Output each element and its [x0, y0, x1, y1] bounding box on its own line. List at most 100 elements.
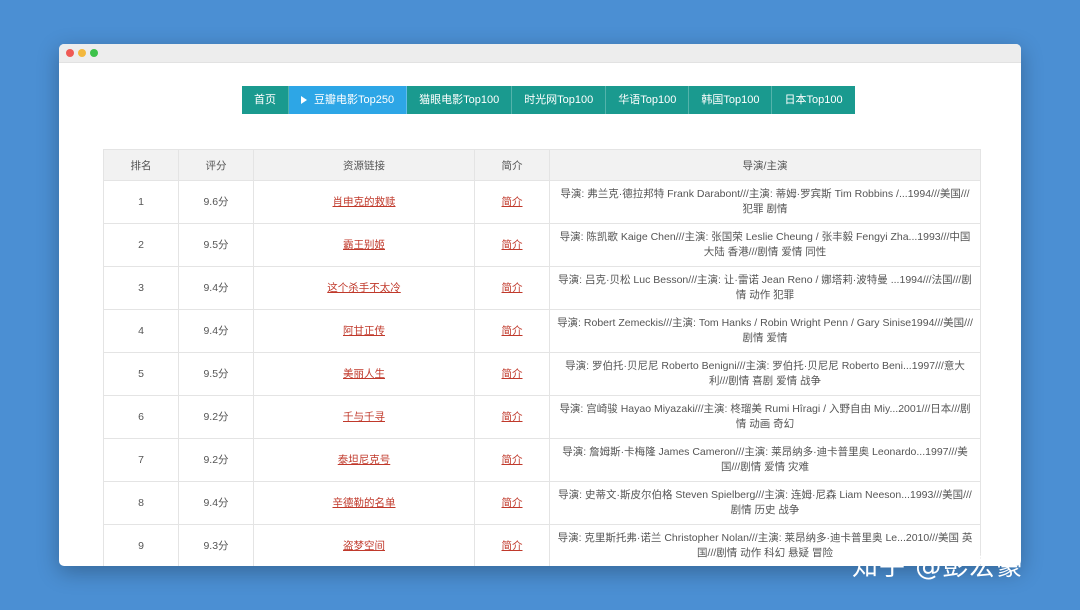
- score-cell: 9.6分: [178, 180, 254, 224]
- header-director: 导演/主演: [549, 149, 981, 181]
- movie-title-link[interactable]: 美丽人生: [343, 368, 385, 380]
- link-cell: 这个杀手不太冷: [253, 266, 475, 310]
- header-link: 资源链接: [253, 149, 475, 181]
- score-cell: 9.3分: [178, 524, 254, 566]
- link-cell: 泰坦尼克号: [253, 438, 475, 482]
- movie-table: 排名 评分 资源链接 简介 导演/主演 1 9.6分 肖申克的救赎 简介 导演:…: [103, 149, 981, 566]
- info-cell: 导演: Robert Zemeckis///主演: Tom Hanks / Ro…: [549, 309, 981, 353]
- nav-item-chinese-top100[interactable]: 华语Top100: [606, 86, 690, 114]
- score-cell: 9.5分: [178, 223, 254, 267]
- info-cell: 导演: 弗兰克·德拉邦特 Frank Darabont///主演: 蒂姆·罗宾斯…: [549, 180, 981, 224]
- nav-item-mtime-top100[interactable]: 时光网Top100: [512, 86, 607, 114]
- link-cell: 肖申克的救赎: [253, 180, 475, 224]
- score-cell: 9.2分: [178, 395, 254, 439]
- intro-link[interactable]: 简介: [502, 239, 523, 251]
- rank-cell: 4: [103, 309, 179, 353]
- rank-cell: 6: [103, 395, 179, 439]
- intro-cell: 简介: [474, 352, 550, 396]
- intro-link[interactable]: 简介: [502, 368, 523, 380]
- score-cell: 9.4分: [178, 481, 254, 525]
- nav-item-home[interactable]: 首页: [242, 86, 289, 114]
- nav-item-maoyan-top100[interactable]: 猫眼电影Top100: [407, 86, 513, 114]
- table-row: 5 9.5分 美丽人生 简介 导演: 罗伯托·贝尼尼 Roberto Benig…: [103, 352, 981, 396]
- play-arrow-icon: [301, 96, 307, 104]
- table-row: 8 9.4分 辛德勒的名单 简介 导演: 史蒂文·斯皮尔伯格 Steven Sp…: [103, 481, 981, 525]
- header-score: 评分: [178, 149, 254, 181]
- header-intro: 简介: [474, 149, 550, 181]
- movie-title-link[interactable]: 泰坦尼克号: [338, 454, 391, 466]
- nav-item-label: 时光网Top100: [524, 94, 594, 106]
- intro-cell: 简介: [474, 180, 550, 224]
- minimize-window-button[interactable]: [78, 49, 86, 57]
- table-row: 4 9.4分 阿甘正传 简介 导演: Robert Zemeckis///主演:…: [103, 309, 981, 353]
- maximize-window-button[interactable]: [90, 49, 98, 57]
- info-cell: 导演: 宫崎骏 Hayao Miyazaki///主演: 柊瑠美 Rumi Hî…: [549, 395, 981, 439]
- link-cell: 盗梦空间: [253, 524, 475, 566]
- intro-link[interactable]: 简介: [502, 497, 523, 509]
- link-cell: 霸王别姬: [253, 223, 475, 267]
- rank-cell: 2: [103, 223, 179, 267]
- close-window-button[interactable]: [66, 49, 74, 57]
- nav-item-japan-top100[interactable]: 日本Top100: [772, 86, 854, 114]
- movie-title-link[interactable]: 这个杀手不太冷: [327, 282, 401, 294]
- score-cell: 9.5分: [178, 352, 254, 396]
- intro-cell: 简介: [474, 438, 550, 482]
- info-cell: 导演: 吕克·贝松 Luc Besson///主演: 让·雷诺 Jean Ren…: [549, 266, 981, 310]
- rank-cell: 1: [103, 180, 179, 224]
- intro-link[interactable]: 简介: [502, 282, 523, 294]
- intro-link[interactable]: 简介: [502, 454, 523, 466]
- info-cell: 导演: 史蒂文·斯皮尔伯格 Steven Spielberg///主演: 连姆·…: [549, 481, 981, 525]
- movie-title-link[interactable]: 盗梦空间: [343, 540, 385, 552]
- nav-item-douban-top250[interactable]: 豆瓣电影Top250: [289, 86, 408, 114]
- score-cell: 9.4分: [178, 266, 254, 310]
- table-row: 9 9.3分 盗梦空间 简介 导演: 克里斯托弗·诺兰 Christopher …: [103, 524, 981, 566]
- intro-cell: 简介: [474, 524, 550, 566]
- nav-item-label: 猫眼电影Top100: [419, 94, 500, 106]
- nav-item-label: 首页: [254, 94, 276, 106]
- movie-title-link[interactable]: 辛德勒的名单: [333, 497, 396, 509]
- table-row: 2 9.5分 霸王别姬 简介 导演: 陈凯歌 Kaige Chen///主演: …: [103, 223, 981, 267]
- table-row: 1 9.6分 肖申克的救赎 简介 导演: 弗兰克·德拉邦特 Frank Dara…: [103, 180, 981, 224]
- intro-link[interactable]: 简介: [502, 411, 523, 423]
- intro-cell: 简介: [474, 223, 550, 267]
- link-cell: 美丽人生: [253, 352, 475, 396]
- movie-title-link[interactable]: 千与千寻: [343, 411, 385, 423]
- info-cell: 导演: 陈凯歌 Kaige Chen///主演: 张国荣 Leslie Cheu…: [549, 223, 981, 267]
- info-cell: 导演: 詹姆斯·卡梅隆 James Cameron///主演: 莱昂纳多·迪卡普…: [549, 438, 981, 482]
- header-rank: 排名: [103, 149, 179, 181]
- link-cell: 辛德勒的名单: [253, 481, 475, 525]
- score-cell: 9.2分: [178, 438, 254, 482]
- intro-link[interactable]: 简介: [502, 540, 523, 552]
- nav-item-label: 华语Top100: [618, 94, 677, 106]
- rank-cell: 5: [103, 352, 179, 396]
- nav-item-korea-top100[interactable]: 韩国Top100: [689, 86, 773, 114]
- score-cell: 9.4分: [178, 309, 254, 353]
- nav-item-label: 日本Top100: [784, 94, 843, 106]
- table-row: 3 9.4分 这个杀手不太冷 简介 导演: 吕克·贝松 Luc Besson//…: [103, 266, 981, 310]
- intro-link[interactable]: 简介: [502, 325, 523, 337]
- rank-cell: 7: [103, 438, 179, 482]
- intro-cell: 简介: [474, 481, 550, 525]
- info-cell: 导演: 罗伯托·贝尼尼 Roberto Benigni///主演: 罗伯托·贝尼…: [549, 352, 981, 396]
- movie-title-link[interactable]: 肖申克的救赎: [333, 196, 396, 208]
- table-row: 7 9.2分 泰坦尼克号 简介 导演: 詹姆斯·卡梅隆 James Camero…: [103, 438, 981, 482]
- rank-cell: 9: [103, 524, 179, 566]
- browser-window: 首页 豆瓣电影Top250 猫眼电影Top100 时光网Top100 华语Top…: [59, 44, 1021, 566]
- intro-link[interactable]: 简介: [502, 196, 523, 208]
- table-row: 6 9.2分 千与千寻 简介 导演: 宫崎骏 Hayao Miyazaki///…: [103, 395, 981, 439]
- movie-title-link[interactable]: 霸王别姬: [343, 239, 385, 251]
- intro-cell: 简介: [474, 309, 550, 353]
- table-header-row: 排名 评分 资源链接 简介 导演/主演: [103, 149, 981, 181]
- intro-cell: 简介: [474, 395, 550, 439]
- zhihu-watermark: 知乎 @彭宏豪: [852, 552, 1024, 582]
- link-cell: 千与千寻: [253, 395, 475, 439]
- link-cell: 阿甘正传: [253, 309, 475, 353]
- nav-item-label: 韩国Top100: [701, 94, 760, 106]
- rank-cell: 8: [103, 481, 179, 525]
- intro-cell: 简介: [474, 266, 550, 310]
- rank-cell: 3: [103, 266, 179, 310]
- movie-title-link[interactable]: 阿甘正传: [343, 325, 385, 337]
- top-nav: 首页 豆瓣电影Top250 猫眼电影Top100 时光网Top100 华语Top…: [242, 86, 855, 114]
- nav-item-label: 豆瓣电影Top250: [314, 94, 395, 106]
- window-titlebar: [59, 44, 1021, 63]
